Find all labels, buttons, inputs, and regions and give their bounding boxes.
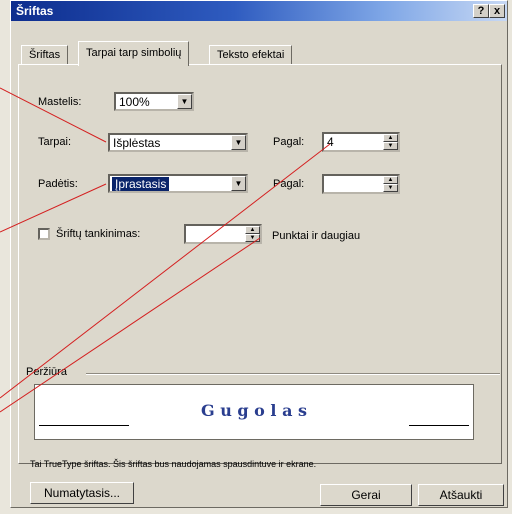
annotation-lines (0, 87, 331, 413)
annotation-line (0, 183, 107, 233)
tab-character-spacing[interactable]: Tarpai tarp simbolių (78, 41, 190, 66)
annotation-line (0, 87, 107, 143)
annotation-line (0, 237, 261, 413)
annotation-line (0, 143, 331, 399)
tab-character-spacing-label: Tarpai tarp simbolių (86, 47, 182, 59)
